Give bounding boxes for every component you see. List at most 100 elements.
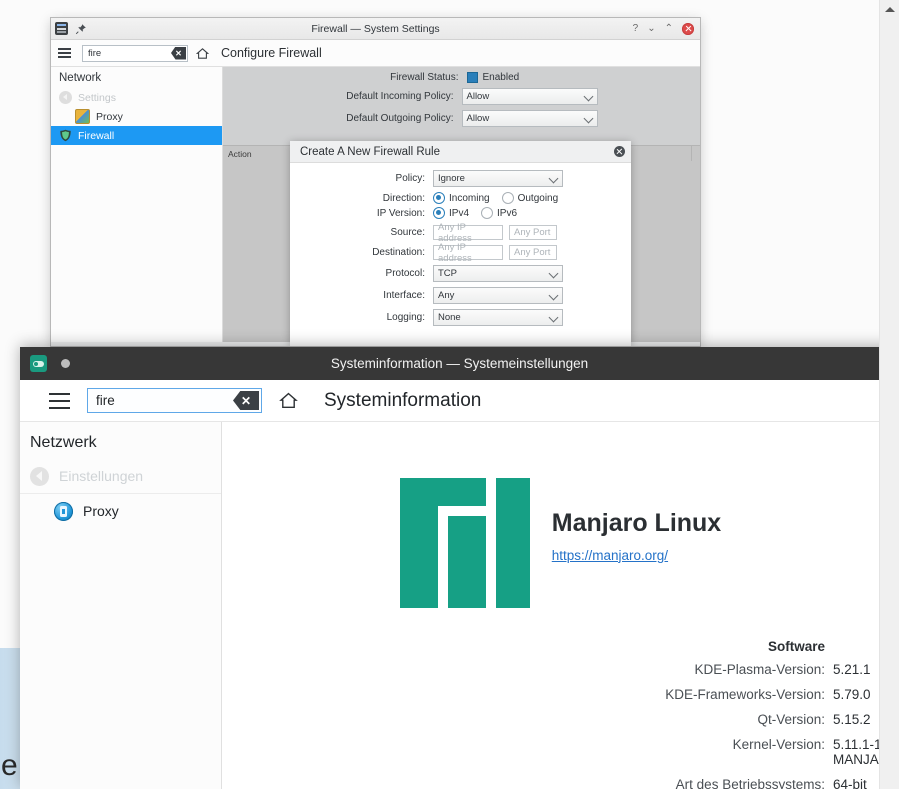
- pushpin-icon[interactable]: [75, 23, 87, 35]
- titlebar-buttons[interactable]: ? ⌄ ⌃: [633, 23, 700, 35]
- desktop-screen: e Firewall — System Settings ? ⌄ ⌃: [0, 0, 899, 789]
- page-title: Configure Firewall: [221, 46, 322, 60]
- back-arrow-icon: [59, 91, 72, 104]
- titlebar-left-icons: [20, 355, 70, 372]
- select-value: Allow: [467, 91, 490, 102]
- radio-label-outgoing: Outgoing: [518, 193, 559, 204]
- default-incoming-policy-row: Default Incoming Policy: Allow: [223, 88, 700, 105]
- protocol-select[interactable]: TCP: [433, 265, 563, 282]
- home-icon[interactable]: [196, 47, 209, 60]
- chevron-down-icon: [549, 174, 559, 184]
- window-titlebar[interactable]: Systeminformation — Systemeinstellungen: [20, 347, 899, 380]
- info-key: Qt-Version:: [640, 707, 825, 732]
- clear-search-icon[interactable]: ✕: [233, 391, 259, 410]
- radio-ipv4[interactable]: [433, 207, 445, 219]
- source-row: Source: Any IP address Any Port: [290, 225, 631, 240]
- scroll-up-arrow[interactable]: [880, 0, 899, 18]
- radio-label-ipv6: IPv6: [497, 208, 517, 219]
- search-field-wrapper[interactable]: ✕: [87, 388, 262, 413]
- source-ip-input[interactable]: Any IP address: [433, 225, 503, 240]
- sidebar-item-settings[interactable]: Settings: [51, 88, 222, 107]
- minimize-button[interactable]: ⌄: [647, 24, 655, 34]
- logging-row: Logging: None: [290, 309, 631, 326]
- destination-port-input[interactable]: Any Port: [509, 245, 557, 260]
- clear-search-icon[interactable]: ✕: [171, 47, 186, 60]
- page-scrollbar[interactable]: [879, 0, 899, 789]
- scrollbar-track[interactable]: [880, 18, 899, 771]
- source-port-input[interactable]: Any Port: [509, 225, 557, 240]
- chevron-down-icon: [549, 269, 559, 279]
- ip-version-row: IP Version: IPv4 IPv6: [290, 207, 631, 219]
- sidebar-item-proxy[interactable]: Proxy: [51, 107, 222, 126]
- maximize-button[interactable]: ⌃: [665, 24, 673, 34]
- window-toolbar[interactable]: ✕ Systeminformation: [20, 380, 899, 422]
- interface-row: Interface: Any: [290, 287, 631, 304]
- window-title: Systeminformation — Systemeinstellungen: [20, 356, 899, 371]
- sidebar-item-firewall[interactable]: Firewall: [51, 126, 222, 145]
- systeminformation-window[interactable]: Systeminformation — Systemeinstellungen …: [20, 347, 899, 789]
- window-titlebar[interactable]: Firewall — System Settings ? ⌄ ⌃: [51, 18, 700, 40]
- default-outgoing-policy-select[interactable]: Allow: [462, 110, 598, 127]
- policy-label: Policy:: [290, 173, 433, 184]
- system-settings-icon: [55, 22, 68, 35]
- hamburger-menu-icon[interactable]: [58, 48, 80, 58]
- radio-direction-outgoing[interactable]: [502, 192, 514, 204]
- software-info-table: Software KDE-Plasma-Version: 5.21.1 KDE-…: [222, 636, 899, 789]
- dialog-body: Policy: Ignore Direction: Incoming Outgo…: [290, 163, 631, 326]
- shield-icon: [59, 129, 72, 142]
- select-value: TCP: [438, 268, 457, 279]
- info-key: KDE-Frameworks-Version:: [640, 682, 825, 707]
- default-incoming-policy-select[interactable]: Allow: [462, 88, 598, 105]
- window-toolbar[interactable]: ✕ Configure Firewall: [51, 40, 700, 67]
- sidebar-item-einstellungen[interactable]: Einstellungen: [20, 461, 221, 491]
- firewall-system-settings-window[interactable]: Firewall — System Settings ? ⌄ ⌃ ✕ Conf: [51, 18, 700, 346]
- distro-text: Manjaro Linux https://manjaro.org/: [552, 478, 721, 565]
- titlebar-left-icons: [51, 22, 87, 35]
- source-label: Source:: [290, 227, 433, 238]
- direction-label: Direction:: [290, 193, 433, 204]
- window-title: Firewall — System Settings: [51, 23, 700, 35]
- select-value: Ignore: [438, 173, 465, 184]
- pin-dot-icon[interactable]: [61, 359, 70, 368]
- firewall-status-row: Firewall Status: Enabled: [223, 72, 700, 83]
- destination-ip-input[interactable]: Any IP address: [433, 245, 503, 260]
- protocol-label: Protocol:: [290, 268, 433, 279]
- back-arrow-icon: [30, 467, 49, 486]
- dialog-titlebar: Create A New Firewall Rule: [290, 141, 631, 163]
- enabled-label: Enabled: [483, 72, 520, 83]
- radio-direction-incoming[interactable]: [433, 192, 445, 204]
- logging-select[interactable]: None: [433, 309, 563, 326]
- distro-banner: Manjaro Linux https://manjaro.org/: [222, 422, 899, 608]
- radio-label-ipv4: IPv4: [449, 208, 469, 219]
- hamburger-menu-icon[interactable]: [49, 393, 70, 409]
- chevron-down-icon: [583, 92, 593, 102]
- distro-url-link[interactable]: https://manjaro.org/: [552, 548, 668, 563]
- sidebar-item-label: Settings: [78, 92, 116, 104]
- window-body: Netzwerk Einstellungen Proxy: [20, 422, 899, 789]
- sidebar[interactable]: Network Settings Proxy Fi: [51, 67, 223, 342]
- close-icon[interactable]: [682, 23, 694, 35]
- partial-window-text: e: [1, 751, 18, 781]
- search-input[interactable]: [94, 392, 228, 409]
- proxy-icon: [75, 109, 90, 124]
- policy-select[interactable]: Ignore: [433, 170, 563, 187]
- sidebar[interactable]: Netzwerk Einstellungen Proxy: [20, 422, 222, 789]
- sidebar-section-network: Network: [51, 68, 222, 88]
- sidebar-divider: [20, 493, 221, 494]
- home-icon[interactable]: [279, 391, 298, 410]
- help-button[interactable]: ?: [633, 24, 639, 34]
- sidebar-item-label: Proxy: [96, 111, 123, 123]
- search-field-wrapper[interactable]: ✕: [82, 45, 188, 62]
- sidebar-item-proxy[interactable]: Proxy: [20, 496, 221, 526]
- policy-row: Policy: Ignore: [290, 170, 631, 187]
- direction-row: Direction: Incoming Outgoing: [290, 192, 631, 204]
- column-header-action[interactable]: Action: [223, 146, 292, 162]
- radio-ipv6[interactable]: [481, 207, 493, 219]
- close-icon[interactable]: [614, 146, 625, 157]
- create-firewall-rule-dialog[interactable]: Create A New Firewall Rule Policy: Ignor…: [290, 141, 631, 346]
- search-input[interactable]: [86, 47, 164, 60]
- interface-select[interactable]: Any: [433, 287, 563, 304]
- enabled-checkbox[interactable]: [467, 72, 478, 83]
- chevron-down-icon: [549, 291, 559, 301]
- default-incoming-policy-label: Default Incoming Policy:: [326, 91, 454, 102]
